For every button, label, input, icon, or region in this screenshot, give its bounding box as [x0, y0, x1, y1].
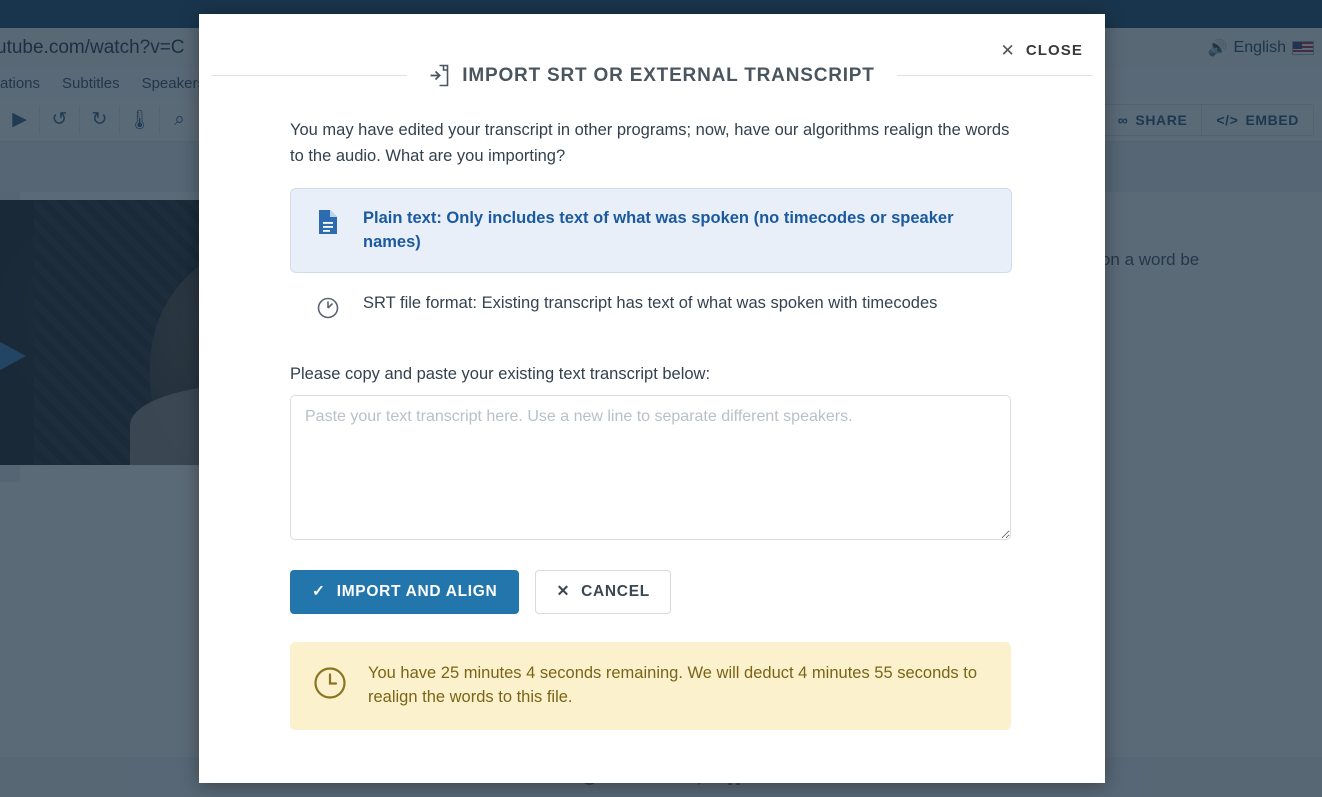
- time-remaining-notice: You have 25 minutes 4 seconds remaining.…: [290, 642, 1011, 730]
- title-rule-right: [897, 75, 1093, 76]
- paste-instruction-label: Please copy and paste your existing text…: [290, 365, 1012, 384]
- import-and-align-label: IMPORT AND ALIGN: [337, 583, 498, 601]
- dialog-body: You may have edited your transcript in o…: [290, 118, 1012, 730]
- import-and-align-button[interactable]: ✓ IMPORT AND ALIGN: [290, 570, 519, 614]
- file-import-icon: [429, 64, 450, 87]
- close-x-icon: ✕: [1000, 42, 1015, 59]
- title-rule-left: [211, 75, 407, 76]
- page-title: IMPORT SRT OR EXTERNAL TRANSCRIPT: [407, 64, 896, 87]
- option-srt-file-label: SRT file format: Existing transcript has…: [363, 292, 937, 315]
- close-label: CLOSE: [1026, 42, 1083, 59]
- dialog-title-text: IMPORT SRT OR EXTERNAL TRANSCRIPT: [462, 65, 874, 87]
- cancel-label: CANCEL: [581, 583, 650, 601]
- option-plain-text-label: Plain text: Only includes text of what w…: [363, 207, 989, 254]
- screen-root: utube.com/watch?v=C ations Subtitles Spe…: [0, 0, 1322, 797]
- option-plain-text[interactable]: Plain text: Only includes text of what w…: [290, 188, 1012, 273]
- close-x-icon: ✕: [556, 582, 570, 601]
- clock-icon: [312, 665, 348, 706]
- stopwatch-icon: [313, 292, 343, 320]
- dialog-title-row: IMPORT SRT OR EXTERNAL TRANSCRIPT: [199, 64, 1105, 87]
- close-button[interactable]: ✕ CLOSE: [1000, 42, 1083, 59]
- import-transcript-dialog: ✕ CLOSE IMPORT SRT OR EXTERNAL TRANSCRIP…: [199, 14, 1105, 783]
- transcript-textarea[interactable]: [290, 395, 1011, 540]
- notice-text: You have 25 minutes 4 seconds remaining.…: [368, 662, 989, 710]
- intro-text: You may have edited your transcript in o…: [290, 118, 1012, 169]
- dialog-actions: ✓ IMPORT AND ALIGN ✕ CANCEL: [290, 570, 1012, 614]
- cancel-button[interactable]: ✕ CANCEL: [535, 570, 670, 614]
- document-text-icon: [313, 207, 343, 235]
- check-icon: ✓: [312, 582, 326, 601]
- option-srt-file[interactable]: SRT file format: Existing transcript has…: [290, 273, 1012, 339]
